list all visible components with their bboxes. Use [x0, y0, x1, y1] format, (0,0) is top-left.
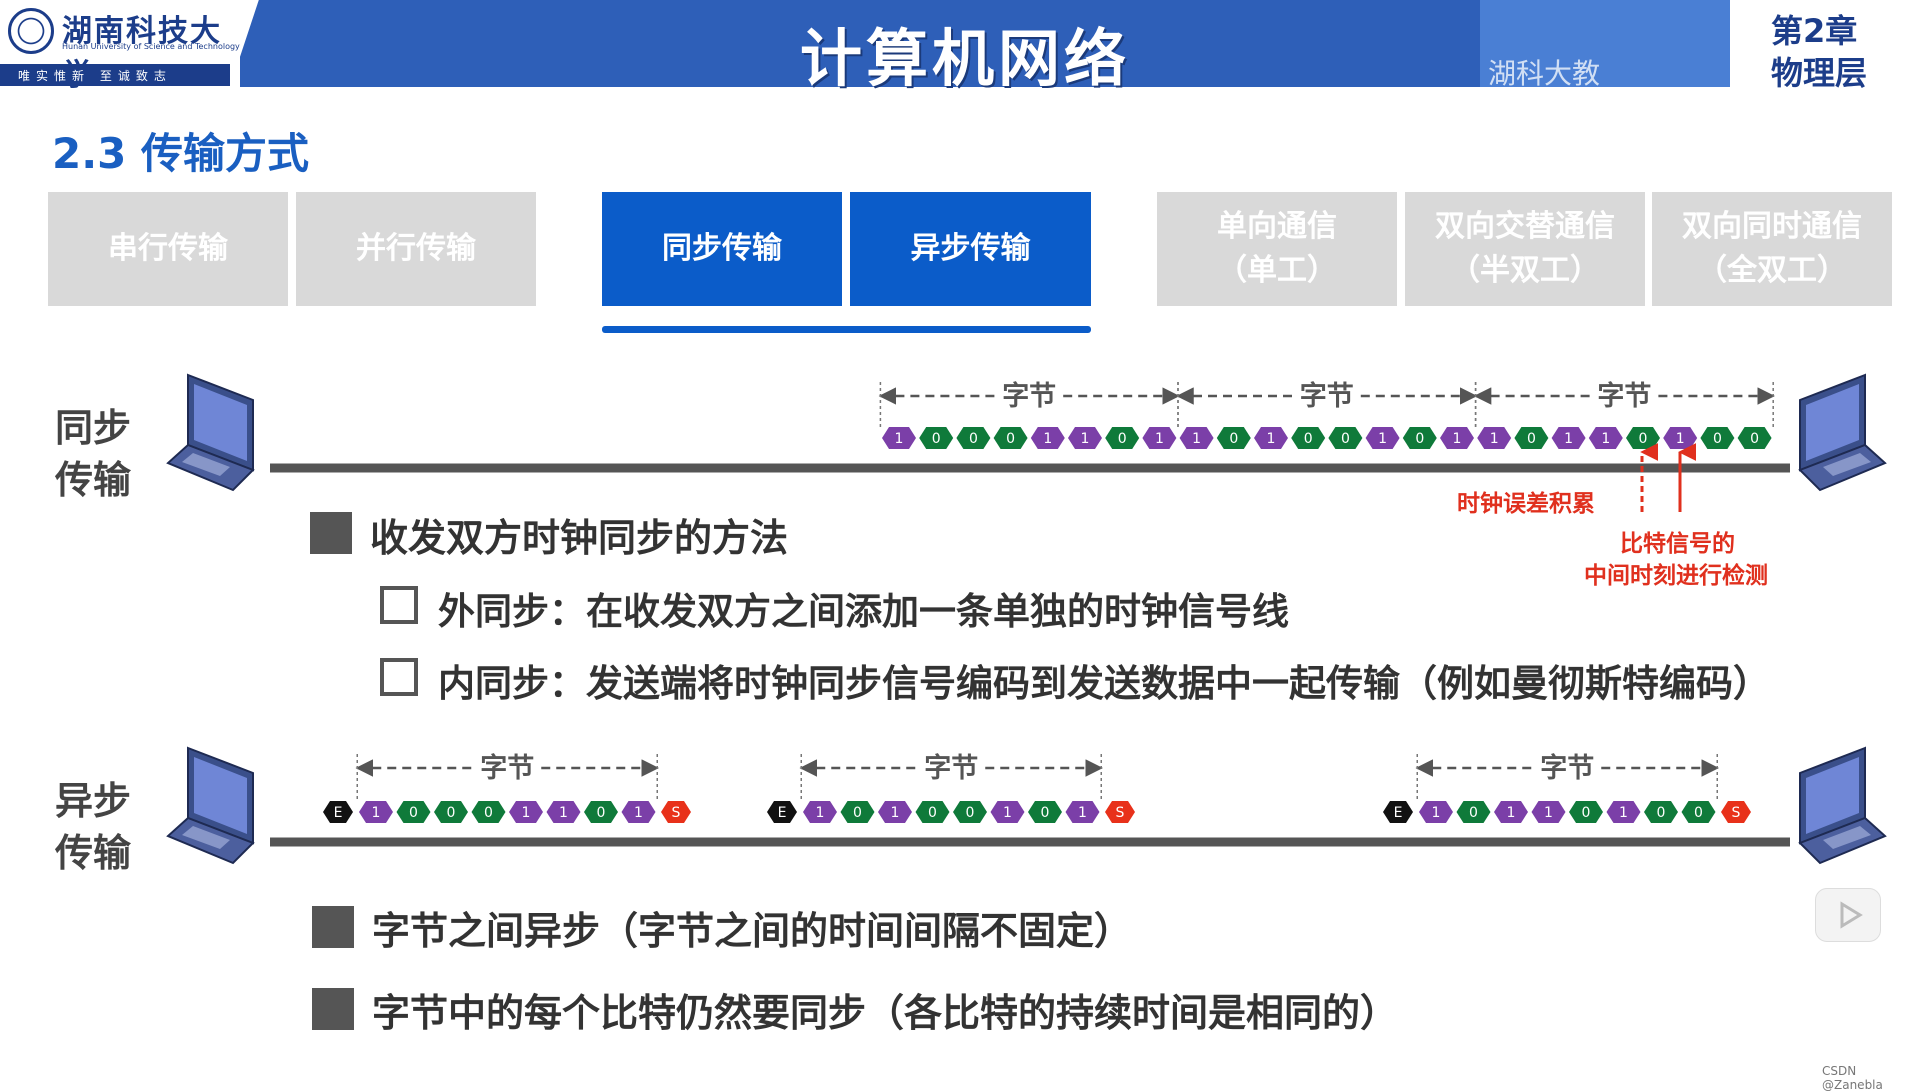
async-bit-label: 1 — [1432, 805, 1441, 821]
async-bit-label: 0 — [1582, 805, 1591, 821]
sync-bit-label: 1 — [1267, 431, 1276, 447]
bullet-square-icon — [312, 988, 354, 1030]
sync-bit-label: 0 — [932, 431, 941, 447]
byte-label: 字节 — [480, 752, 534, 784]
sync-bit-label: 1 — [1676, 431, 1685, 447]
sync-bit-label: 0 — [1229, 431, 1238, 447]
async-bit-label: 1 — [891, 805, 900, 821]
bullet-square-icon — [310, 512, 352, 554]
async-bit-label: 0 — [447, 805, 456, 821]
bullet-checkbox-icon — [380, 658, 418, 696]
sync-bit-label: 1 — [1192, 431, 1201, 447]
clock-error-annotation: 时钟误差积累 — [1457, 491, 1595, 517]
sync-bit-label: 1 — [1453, 431, 1462, 447]
async-bit-label: 1 — [1544, 805, 1553, 821]
async-bit-label: 0 — [1469, 805, 1478, 821]
async-bit-label: 0 — [1657, 805, 1666, 821]
async-sender-laptop-icon — [167, 747, 254, 864]
async-bit-label: 1 — [522, 805, 531, 821]
byte-label: 字节 — [1597, 380, 1651, 412]
async-bit-label: 1 — [634, 805, 643, 821]
async-bit-label: 1 — [559, 805, 568, 821]
footer-credit: CSDN @Zanebla — [1822, 1064, 1883, 1092]
sync-bit-label: 0 — [1006, 431, 1015, 447]
sync-bit-label: 0 — [1713, 431, 1722, 447]
sync-bit-label: 1 — [1378, 431, 1387, 447]
async-start-bit-label: E — [1394, 805, 1403, 821]
async-receiver-laptop-icon — [1799, 747, 1886, 864]
sync-bit-label: 1 — [1601, 431, 1610, 447]
sync-bit-label: 0 — [1118, 431, 1127, 447]
async-bit-label: 1 — [1619, 805, 1628, 821]
async-bit-label: 0 — [409, 805, 418, 821]
async-bit-stream: E 1 0 0 0 1 1 0 1 S 字节 E 1 0 1 0 0 1 0 1 S 字节 E 1 0 1 1 0 1 0 0 S 字节 — [323, 752, 1751, 823]
sync-bit-label: 0 — [969, 431, 978, 447]
async-bit-label: 0 — [484, 805, 493, 821]
async-bullet-1: 字节之间异步（字节之间的时间间隔不固定） — [372, 909, 1133, 953]
byte-label: 字节 — [1300, 380, 1354, 412]
play-button[interactable] — [1815, 888, 1881, 942]
sync-bit-label: 0 — [1750, 431, 1759, 447]
sync-bit-label: 1 — [1081, 431, 1090, 447]
sync-bit-label: 0 — [1527, 431, 1536, 447]
sync-receiver-laptop-icon — [1799, 374, 1886, 491]
async-bit-label: 1 — [1507, 805, 1516, 821]
async-bit-label: 1 — [1003, 805, 1012, 821]
async-bit-label: 0 — [853, 805, 862, 821]
async-stop-bit-label: S — [1116, 805, 1125, 821]
byte-label: 字节 — [1540, 752, 1594, 784]
bullet-square-icon — [312, 906, 354, 948]
mid-sampling-annotation-2: 中间时刻进行检测 — [1584, 563, 1768, 589]
async-bit-label: 0 — [966, 805, 975, 821]
sync-bit-label: 0 — [1304, 431, 1313, 447]
async-bit-label: 1 — [1078, 805, 1087, 821]
sync-bullet-main: 收发双方时钟同步的方法 — [370, 516, 789, 560]
async-bit-label: 0 — [1041, 805, 1050, 821]
bullet-checkbox-icon — [380, 586, 418, 624]
sync-sub-bullet-external: 外同步：在收发双方之间添加一条单独的时钟信号线 — [438, 590, 1289, 633]
async-start-bit-label: E — [334, 805, 343, 821]
sync-bit-label: 0 — [1341, 431, 1350, 447]
async-bullet-2: 字节中的每个比特仍然要同步（各比特的持续时间是相同的） — [372, 991, 1399, 1035]
async-bit-label: 0 — [597, 805, 606, 821]
async-bit-label: 0 — [1694, 805, 1703, 821]
async-stop-bit-label: S — [672, 805, 681, 821]
async-bit-label: 0 — [928, 805, 937, 821]
sync-bit-stream: 1 0 0 0 1 1 0 1 1 0 1 0 0 1 0 1 1 0 1 1 0 1 0 0 字节 字节 字节 — [878, 380, 1775, 449]
byte-label: 字节 — [1002, 380, 1056, 412]
async-start-bit-label: E — [778, 805, 787, 821]
sync-bit-label: 1 — [1564, 431, 1573, 447]
sync-sub-bullet-internal: 内同步：发送端将时钟同步信号编码到发送数据中一起传输（例如曼彻斯特编码） — [438, 662, 1770, 705]
byte-label: 字节 — [924, 752, 978, 784]
async-stop-bit-label: S — [1732, 805, 1741, 821]
mid-sampling-annotation-1: 比特信号的 — [1620, 531, 1735, 557]
sync-bit-label: 1 — [1490, 431, 1499, 447]
async-bit-label: 1 — [372, 805, 381, 821]
play-icon — [1840, 901, 1863, 929]
sync-bit-label: 1 — [895, 431, 904, 447]
async-bit-label: 1 — [816, 805, 825, 821]
sync-bit-label: 1 — [1155, 431, 1164, 447]
sync-bit-label: 0 — [1415, 431, 1424, 447]
sync-bit-label: 1 — [1043, 431, 1052, 447]
sync-sender-laptop-icon — [167, 374, 254, 491]
sync-bit-label: 0 — [1639, 431, 1648, 447]
